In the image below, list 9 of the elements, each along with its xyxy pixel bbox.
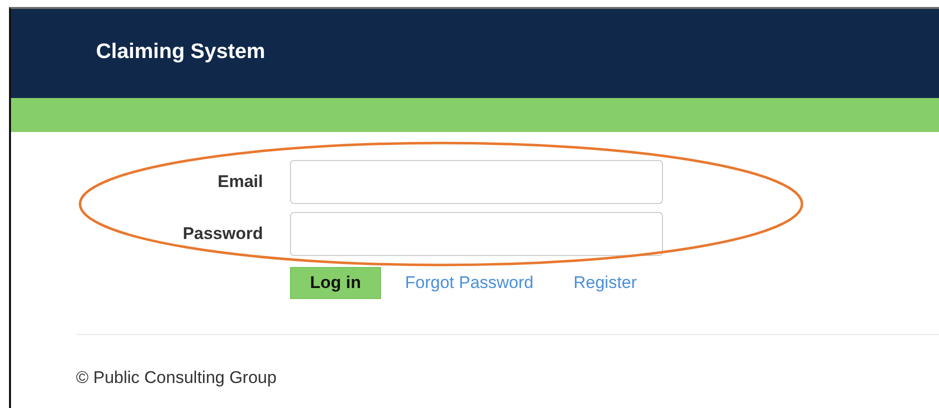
- email-field[interactable]: [290, 160, 663, 204]
- login-button[interactable]: Log in: [290, 267, 381, 299]
- site-title: Claiming System: [96, 39, 266, 66]
- register-link[interactable]: Register: [574, 270, 637, 296]
- field-label: Email: [216, 171, 263, 194]
- field-label: Password: [182, 223, 263, 246]
- footer-text: © Public Consulting Group: [76, 367, 278, 389]
- password-field[interactable]: [290, 212, 663, 256]
- forgot-password-link[interactable]: Forgot Password: [405, 270, 534, 296]
